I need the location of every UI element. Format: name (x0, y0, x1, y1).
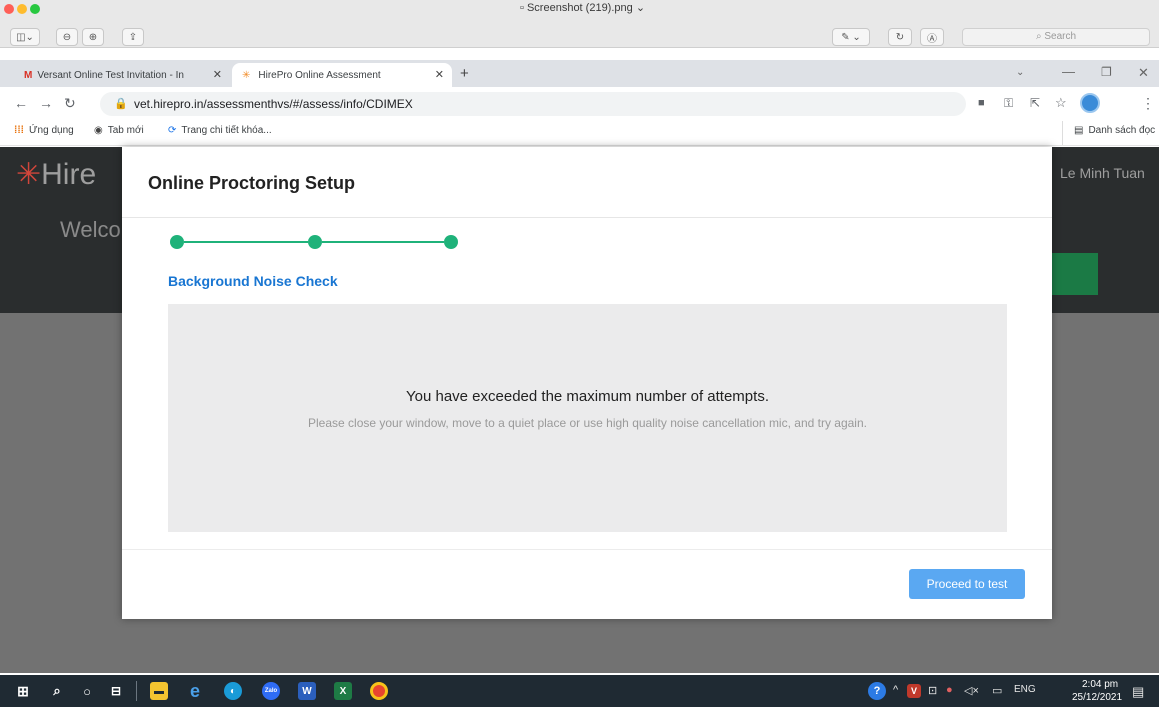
zalo-icon[interactable]: Zalo (262, 682, 280, 700)
start-button-backdrop (1052, 253, 1098, 295)
cortana-icon[interactable]: ○ (78, 682, 96, 700)
rotate-button[interactable]: ↻ (888, 28, 912, 46)
restore-browser-button[interactable]: ❐ (1101, 65, 1112, 79)
dialog-title: Online Proctoring Setup (148, 173, 356, 193)
device-icon[interactable]: ⊡ (928, 684, 937, 697)
bookmark-course-page[interactable]: ⟳ Trang chi tiết khóa... (168, 125, 272, 136)
help-icon[interactable]: ? (868, 682, 886, 700)
zoom-in-button[interactable]: ⊕ (82, 28, 104, 46)
word-icon[interactable]: W (298, 682, 316, 700)
camera-icon[interactable]: ■ (978, 95, 985, 111)
zoom-window-button[interactable] (30, 4, 40, 14)
windows-start-icon[interactable]: ⊞ (14, 682, 32, 700)
address-bar[interactable]: 🔒 vet.hirepro.in/assessmenthvs/#/assess/… (100, 92, 966, 116)
proctoring-setup-dialog: Online Proctoring Setup Background Noise… (122, 147, 1052, 619)
minimize-window-button[interactable] (17, 4, 27, 14)
apps-grid-icon: ⁞⁞⁞ (14, 125, 24, 136)
dialog-header-divider (122, 217, 1052, 218)
viewer-file-title: ▫ Screenshot (219).png ⌄ (520, 2, 646, 14)
viewer-search-field[interactable]: ⌕ Search (962, 28, 1150, 46)
tab-hirepro-assessment[interactable]: ✳ HirePro Online Assessment ✕ (232, 63, 452, 87)
dialog-footer-divider (122, 549, 1052, 550)
hirepro-asterisk-icon: ✳ (16, 158, 42, 191)
sidebar-toggle-button[interactable]: ◫⌄ (10, 28, 40, 46)
reload-icon[interactable]: ↻ (64, 95, 76, 111)
share-page-icon[interactable]: ⇱ (1030, 95, 1040, 111)
bookmark-new-tab[interactable]: ◉ Tab mới (94, 125, 144, 136)
welcome-heading: Welco (60, 217, 121, 242)
reading-list-button[interactable]: ▤ Danh sách đọc (1074, 125, 1155, 136)
bookmark-star-icon[interactable]: ☆ (1055, 95, 1067, 111)
key-icon[interactable]: ⚿ (1004, 95, 1013, 111)
step-connector-2 (322, 241, 444, 243)
bookmark-apps[interactable]: ⁞⁞⁞ Ứng dụng (14, 125, 74, 136)
step-2-indicator (308, 235, 322, 249)
annotate-button[interactable]: Ⓐ (920, 28, 944, 46)
step-3-indicator (444, 235, 458, 249)
internet-explorer-icon[interactable]: e (186, 681, 204, 701)
browser-toolbar: ← → ↻ 🔒 vet.hirepro.in/assessmenthvs/#/a… (0, 87, 1159, 121)
network-warning-icon[interactable]: ● (946, 684, 953, 696)
close-browser-button[interactable]: ✕ (1138, 65, 1149, 81)
antivirus-icon[interactable]: V (907, 684, 921, 698)
edge-icon[interactable]: ◐ (224, 682, 242, 700)
course-favicon: ⟳ (168, 125, 177, 136)
tab-versant-invitation[interactable]: M Versant Online Test Invitation - In ✕ (14, 63, 230, 87)
clock-date[interactable]: 25/12/2021 (1072, 692, 1122, 703)
tab-search-icon[interactable]: ⌄ (1016, 67, 1024, 78)
step-connector-1 (184, 241, 308, 243)
gmail-icon: M (24, 69, 33, 81)
language-indicator[interactable]: ENG (1014, 684, 1036, 695)
step-1-indicator (170, 235, 184, 249)
attempts-exceeded-heading: You have exceeded the maximum number of … (406, 388, 769, 405)
volume-muted-icon[interactable]: ◁× (964, 684, 979, 697)
close-window-button[interactable] (4, 4, 14, 14)
notifications-icon[interactable]: ▤ (1132, 684, 1144, 700)
globe-icon: ◉ (94, 125, 103, 136)
bookmarks-divider (1062, 121, 1063, 145)
lock-icon: 🔒 (114, 98, 128, 110)
close-tab-icon[interactable]: ✕ (213, 68, 222, 81)
chrome-icon[interactable] (370, 682, 388, 700)
step-title: Background Noise Check (168, 273, 338, 289)
attempts-exceeded-message: Please close your window, move to a quie… (308, 416, 867, 430)
new-tab-button[interactable]: + (460, 65, 469, 82)
close-tab-icon[interactable]: ✕ (435, 68, 444, 81)
proceed-to-test-button[interactable]: Proceed to test (909, 569, 1025, 599)
show-hidden-icons-icon[interactable]: ^ (893, 684, 898, 696)
taskbar-divider (136, 681, 137, 701)
user-name: Le Minh Tuan (1060, 165, 1145, 181)
share-icon[interactable]: ⇪ (122, 28, 144, 46)
clock-time[interactable]: 2:04 pm (1082, 679, 1118, 690)
battery-icon[interactable]: ▭ (992, 684, 1002, 697)
profile-avatar[interactable] (1080, 93, 1100, 113)
minimize-browser-button[interactable]: — (1062, 64, 1075, 79)
menu-kebab-icon[interactable]: ⋮ (1141, 95, 1155, 111)
zoom-out-button[interactable]: ⊖ (56, 28, 78, 46)
task-view-icon[interactable]: ⊟ (107, 682, 125, 700)
excel-icon[interactable]: X (334, 682, 352, 700)
search-icon[interactable]: ⌕ (48, 682, 66, 700)
hirepro-favicon: ✳ (242, 69, 251, 81)
markup-pen-button[interactable]: ✎ ⌄ (832, 28, 870, 46)
file-icon: ▫ (520, 2, 527, 14)
back-arrow-icon[interactable]: ← (14, 95, 28, 111)
noise-check-panel: You have exceeded the maximum number of … (168, 304, 1007, 532)
browser-tab-strip: M Versant Online Test Invitation - In ✕ … (0, 60, 1159, 87)
bookmarks-bar: ⁞⁞⁞ Ứng dụng ◉ Tab mới ⟳ Trang chi tiết … (0, 121, 1159, 146)
image-viewer-toolbar: ▫ Screenshot (219).png ⌄ ◫⌄ ⊖ ⊕ ⇪ ✎ ⌄ ↻ … (0, 0, 1159, 48)
hirepro-logo: ✳Hire (16, 158, 97, 191)
file-explorer-icon[interactable]: ▬ (150, 682, 168, 700)
windows-taskbar: ⊞ ⌕ ○ ⊟ ▬ e ◐ Zalo W X ? ^ V ⊡ ● ◁× ▭ EN… (0, 675, 1159, 707)
forward-arrow-icon[interactable]: → (39, 95, 53, 111)
reading-list-icon: ▤ (1074, 125, 1084, 136)
